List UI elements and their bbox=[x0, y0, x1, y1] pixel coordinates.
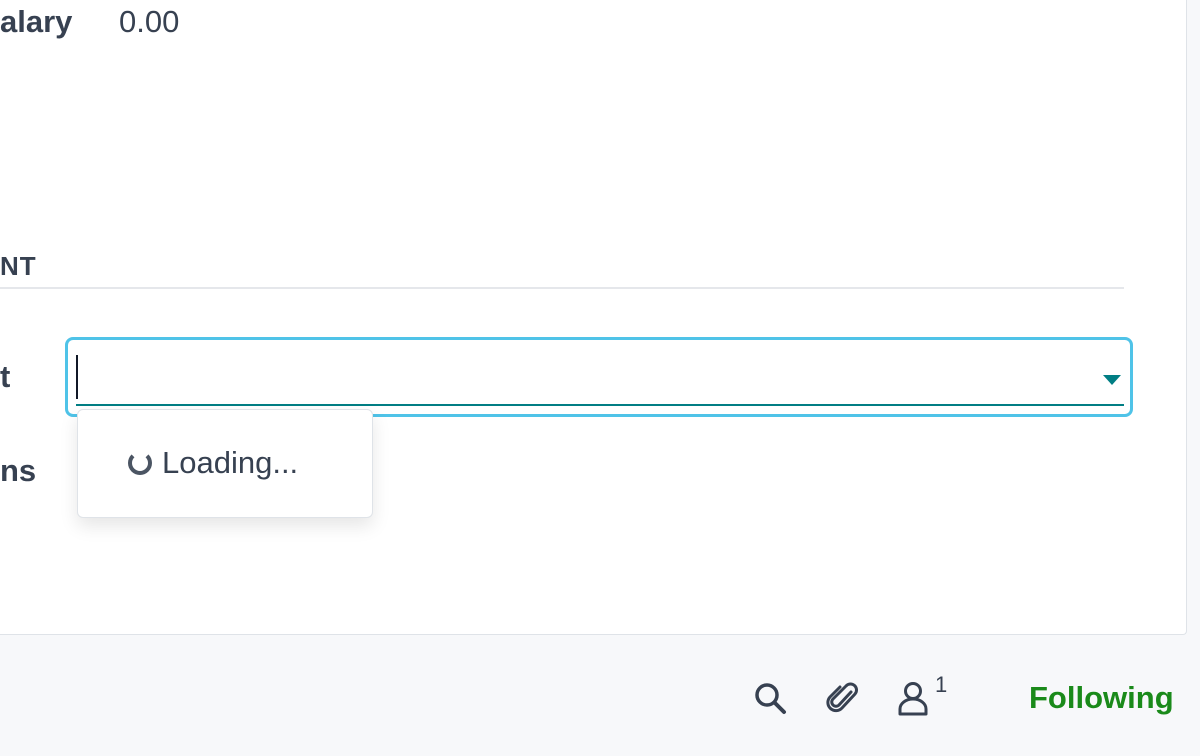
loading-item: Loading... bbox=[128, 447, 298, 478]
select-input[interactable] bbox=[76, 346, 1124, 406]
attachment-button[interactable] bbox=[822, 676, 866, 720]
autocomplete-dropdown: Loading... bbox=[77, 409, 373, 518]
second-field-label: ns bbox=[0, 453, 37, 488]
loading-text: Loading... bbox=[162, 445, 299, 480]
following-button[interactable]: Following bbox=[1029, 682, 1174, 713]
follower-count: 1 bbox=[935, 672, 948, 697]
followers-button[interactable] bbox=[891, 676, 935, 720]
form-sheet: alary 0.00 NT t ns Loading... bbox=[0, 0, 1187, 635]
section-title: NT bbox=[0, 251, 37, 281]
chatter-topbar bbox=[0, 636, 1200, 756]
select-field-label: t bbox=[0, 359, 11, 394]
search-icon bbox=[755, 683, 786, 714]
dropdown-toggle-button[interactable] bbox=[1098, 370, 1126, 390]
text-caret bbox=[76, 355, 78, 399]
user-icon bbox=[898, 682, 928, 716]
chevron-down-icon bbox=[1103, 375, 1121, 385]
spinner-icon bbox=[128, 450, 152, 475]
search-button[interactable] bbox=[748, 676, 792, 720]
salary-label: alary bbox=[0, 4, 73, 39]
salary-value: 0.00 bbox=[119, 4, 180, 39]
paperclip-icon bbox=[826, 682, 858, 713]
section-divider bbox=[0, 287, 1124, 289]
